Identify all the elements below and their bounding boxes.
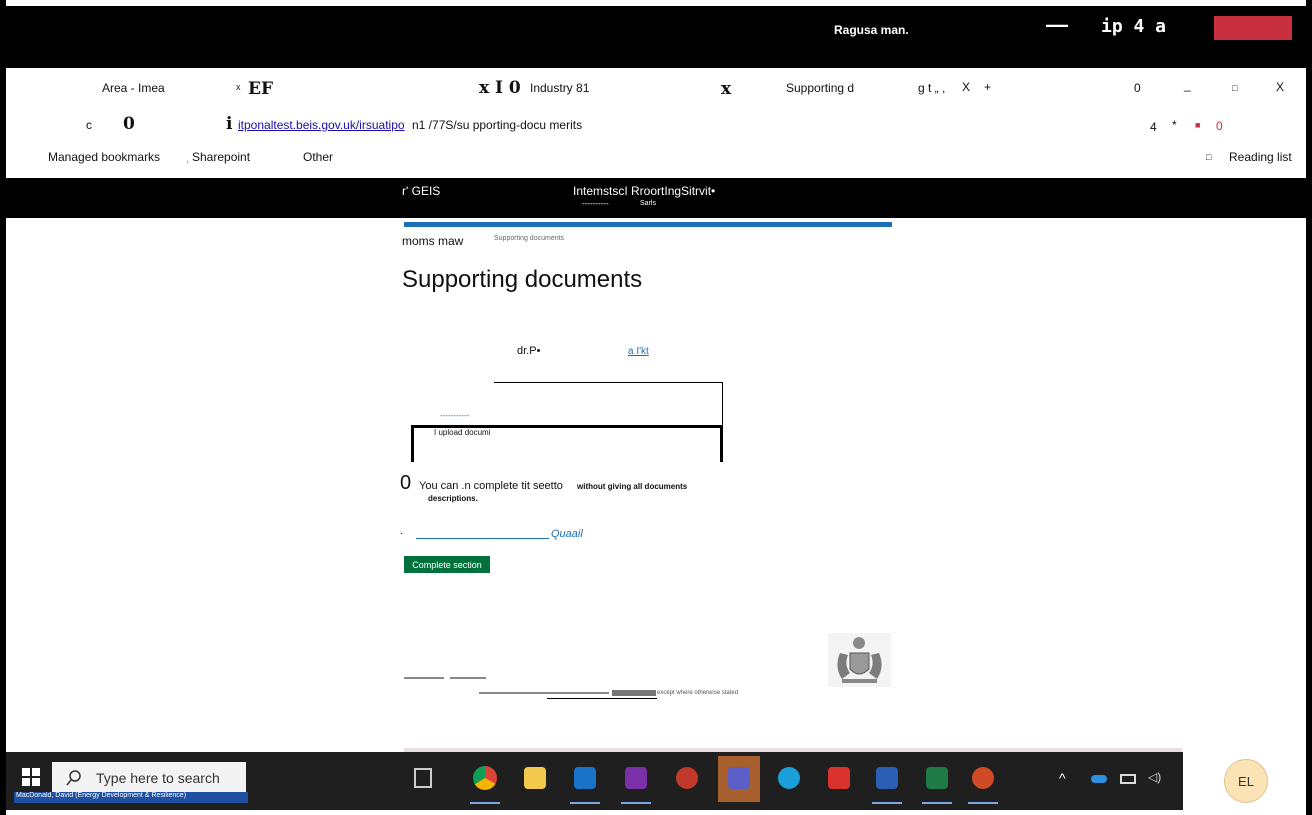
tab-supporting-label[interactable]: Supporting d (786, 81, 854, 95)
tab-extra-text: g t „ , (918, 81, 946, 95)
bookmark-managed[interactable]: Managed bookmarks (48, 150, 160, 164)
reading-list-button[interactable]: Reading list (1229, 150, 1292, 164)
tab-close-icon-3[interactable]: X (962, 80, 970, 94)
user-tooltip-text: MacDonald, David (Energy Development & R… (16, 792, 187, 799)
bookmark-other[interactable]: Other (303, 150, 333, 164)
back-button[interactable]: c (86, 118, 92, 132)
service-name[interactable]: IntemstscI RroortIngSitrvit• (573, 184, 715, 198)
close-button[interactable]: X (1276, 80, 1284, 94)
upload-button-label[interactable]: I upload documi (434, 428, 490, 437)
windows-start-icon[interactable] (22, 768, 40, 786)
powerpoint-icon[interactable] (972, 767, 994, 789)
extension-icon[interactable]: ■ (1195, 120, 1200, 130)
teams-icon[interactable] (728, 767, 750, 789)
word-icon[interactable] (876, 767, 898, 789)
title-bar: Ragusa man. — ip 4 a (6, 6, 1306, 68)
file-explorer-icon[interactable] (524, 767, 546, 789)
header-accent-bar (404, 222, 892, 227)
minimize-icon[interactable]: — (1046, 12, 1068, 38)
footer-licence-underline (547, 698, 657, 699)
acrobat-icon[interactable] (828, 767, 850, 789)
extension-badge: 0 (1216, 119, 1223, 133)
extensions-count: 4 (1150, 120, 1157, 134)
breadcrumb-home[interactable]: moms maw (402, 234, 463, 248)
complete-section-button[interactable]: Complete section (404, 556, 490, 573)
volume-icon[interactable]: ◁) (1148, 770, 1161, 784)
reading-list-icon[interactable]: □ (1206, 152, 1211, 162)
chrome-active-indicator (470, 802, 500, 804)
page-title: Supporting documents (402, 266, 643, 293)
breadcrumb-current: Supporting documents (494, 235, 565, 242)
site-header: r' GEIS IntemstscI RroortIngSitrvit• ---… (6, 178, 1306, 218)
footer-link-2[interactable] (450, 677, 486, 679)
bookmarks-bar: Managed bookmarks , Sharepoint Other □ R… (0, 142, 1312, 172)
onenote-active-indicator (621, 802, 651, 804)
address-bar-row: c 0 i itponaltest.beis.gov.uk/irsuatipo … (0, 108, 1312, 142)
table-header-document: dr.P• (517, 345, 541, 357)
bookmark-sharepoint[interactable]: Sharepoint (192, 150, 250, 164)
tab-close-icon-2[interactable]: x (721, 79, 731, 99)
word-active-indicator (872, 802, 902, 804)
chrome-icon[interactable] (473, 766, 497, 790)
edge-icon[interactable] (778, 767, 800, 789)
refresh-button[interactable]: 0 (123, 114, 135, 134)
footer-licence-line (479, 692, 609, 694)
footer-link-1[interactable] (404, 677, 444, 679)
warning-icon: 0 (400, 472, 412, 494)
network-icon[interactable] (1120, 774, 1136, 784)
address-url-link[interactable]: itponaltest.beis.gov.uk/irsuatipo (238, 118, 405, 132)
avatar-initials: EL (1238, 773, 1254, 789)
tab-ef-text: EF (248, 79, 274, 99)
bookmark-separator: , (186, 151, 190, 165)
table-action-link[interactable]: a I'kt (628, 346, 649, 357)
outlook-active-indicator (570, 802, 600, 804)
site-info-icon[interactable]: i (226, 114, 232, 134)
taskbar: Type here to search MacDonald, David (En… (6, 748, 1306, 810)
new-tab-button[interactable]: + (984, 80, 991, 94)
royal-crest-icon (828, 633, 891, 687)
service-sub-dashes: ---------- (582, 199, 609, 208)
list-bullet: · (400, 528, 404, 539)
warning-text: You can .n complete tit seetto (419, 480, 563, 492)
tab-industry-icon: x I 0 (479, 78, 521, 98)
site-logo[interactable]: r' GEIS (402, 184, 440, 198)
window-close-button[interactable] (1214, 16, 1292, 40)
powerpoint-active-indicator (968, 802, 998, 804)
snip-icon[interactable] (676, 767, 698, 789)
table-border-top (494, 382, 723, 383)
chevron-up-icon[interactable]: ^ (1059, 770, 1066, 786)
avatar[interactable]: EL (1224, 759, 1268, 803)
footer-licence-text: except where otherwise stated (657, 690, 739, 696)
excel-icon[interactable] (926, 767, 948, 789)
taskbar-search-box[interactable]: Type here to search (52, 762, 246, 794)
tab-close-icon[interactable]: x (236, 82, 241, 92)
search-placeholder: Type here to search (96, 770, 220, 786)
favorite-star-icon[interactable]: * (1172, 118, 1177, 132)
search-icon (66, 770, 81, 786)
address-url-rest[interactable]: n1 /77S/su pporting-docu merits (412, 118, 582, 132)
excel-active-indicator (922, 802, 952, 804)
minimize-button[interactable]: _ (1184, 78, 1191, 92)
tab-industry-label[interactable]: Industry 81 (530, 81, 589, 95)
warning-text-bold-2: descriptions. (428, 494, 478, 503)
onedrive-icon[interactable] (1091, 775, 1107, 783)
question-link[interactable]: Quaail (551, 528, 583, 540)
window-title: Ragusa man. (834, 23, 909, 37)
warning-text-bold: without giving all documents (577, 482, 688, 491)
upload-link-dashes: ----------- (440, 411, 470, 420)
tab-area-label[interactable]: Area - Imea (102, 81, 165, 95)
outlook-icon[interactable] (574, 767, 596, 789)
tab-strip: Area - Imea x EF x I 0 Industry 81 x Sup… (0, 68, 1312, 108)
tab-count: 0 (1134, 81, 1141, 95)
service-sub-label: Sarls (640, 200, 656, 207)
maximize-button[interactable]: □ (1232, 83, 1237, 93)
title-right-text: ip 4 a (1101, 16, 1167, 37)
onenote-icon[interactable] (625, 767, 647, 789)
footer-licence-link[interactable] (612, 690, 656, 696)
link-underline (416, 538, 549, 539)
user-tooltip: MacDonald, David (Energy Development & R… (14, 792, 248, 803)
task-view-icon[interactable] (414, 768, 432, 788)
